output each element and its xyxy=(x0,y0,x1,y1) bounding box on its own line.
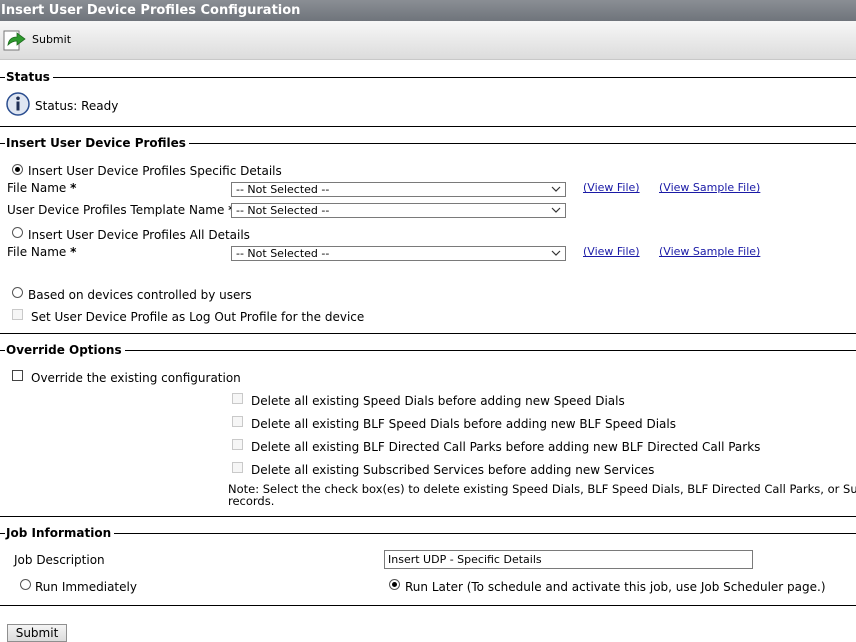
all-view-file-link[interactable]: (View File) xyxy=(583,245,640,258)
based-on-devices-label: Based on devices controlled by users xyxy=(28,288,252,302)
submit-button[interactable]: Submit xyxy=(7,624,67,642)
job-divider xyxy=(0,533,856,534)
override-note-line2: records. xyxy=(228,494,275,508)
file-name-select[interactable]: -- Not Selected -- xyxy=(231,182,566,197)
delete-blf-speed-dials-checkbox[interactable] xyxy=(232,416,243,427)
delete-subscribed-services-checkbox[interactable] xyxy=(232,462,243,473)
job-legend: Job Information xyxy=(5,526,115,540)
footer-divider xyxy=(0,605,856,606)
override-checkbox[interactable] xyxy=(12,370,23,381)
toolbar: Submit xyxy=(0,21,856,60)
file-name-label: File Name * xyxy=(7,181,76,195)
template-name-label: User Device Profiles Template Name * xyxy=(7,203,234,217)
template-name-select[interactable]: -- Not Selected -- xyxy=(231,203,566,218)
run-immediately-label: Run Immediately xyxy=(35,580,137,594)
status-divider xyxy=(0,77,856,78)
run-later-label: Run Later (To schedule and activate this… xyxy=(405,580,826,594)
job-description-label: Job Description xyxy=(14,553,105,567)
override-note-line1: Note: Select the check box(es) to delete… xyxy=(228,482,856,496)
chevron-down-icon xyxy=(551,207,561,213)
delete-blf-call-parks-checkbox[interactable] xyxy=(232,439,243,450)
override-divider xyxy=(0,350,856,351)
all-view-sample-file-link[interactable]: (View Sample File) xyxy=(659,245,760,258)
all-file-name-text: File Name xyxy=(7,245,67,259)
delete-blf-speed-dials-label: Delete all existing BLF Speed Dials befo… xyxy=(251,417,676,431)
chevron-down-icon xyxy=(551,250,561,256)
override-top-divider xyxy=(0,333,856,334)
delete-blf-call-parks-label: Delete all existing BLF Directed Call Pa… xyxy=(251,440,761,454)
info-icon xyxy=(6,92,30,116)
job-description-input[interactable]: Insert UDP - Specific Details xyxy=(384,550,753,569)
file-name-text: File Name xyxy=(7,181,67,195)
template-select-value: -- Not Selected -- xyxy=(236,204,330,217)
chevron-down-icon xyxy=(551,186,561,192)
all-file-select-value: -- Not Selected -- xyxy=(236,247,330,260)
view-sample-file-link[interactable]: (View Sample File) xyxy=(659,181,760,194)
delete-speed-dials-label: Delete all existing Speed Dials before a… xyxy=(251,394,625,408)
logout-profile-checkbox[interactable] xyxy=(12,309,23,320)
all-details-label: Insert User Device Profiles All Details xyxy=(28,228,250,242)
run-later-radio[interactable] xyxy=(389,579,400,590)
all-file-name-label: File Name * xyxy=(7,245,76,259)
delete-subscribed-services-label: Delete all existing Subscribed Services … xyxy=(251,463,655,477)
view-file-link[interactable]: (View File) xyxy=(583,181,640,194)
override-label: Override the existing configuration xyxy=(31,371,241,385)
status-legend: Status xyxy=(5,70,53,84)
required-mark: * xyxy=(70,245,77,259)
window-title: Insert User Device Profiles Configuratio… xyxy=(0,0,856,21)
status-text: Status: Ready xyxy=(35,99,119,113)
specific-details-label: Insert User Device Profiles Specific Det… xyxy=(28,164,282,178)
based-on-devices-radio[interactable] xyxy=(12,287,23,298)
insert-top-divider xyxy=(0,126,856,127)
job-top-divider xyxy=(0,516,856,517)
insert-legend: Insert User Device Profiles xyxy=(5,136,189,150)
file-name-select-value: -- Not Selected -- xyxy=(236,183,330,196)
submit-arrow-icon xyxy=(3,30,26,51)
logout-profile-label: Set User Device Profile as Log Out Profi… xyxy=(31,310,365,324)
required-mark: * xyxy=(70,181,77,195)
specific-details-radio[interactable] xyxy=(12,164,23,175)
override-legend: Override Options xyxy=(5,343,125,357)
all-details-radio[interactable] xyxy=(12,227,23,238)
delete-speed-dials-checkbox[interactable] xyxy=(232,393,243,404)
all-file-name-select[interactable]: -- Not Selected -- xyxy=(231,246,566,261)
submit-toolbar-label: Submit xyxy=(32,33,72,46)
run-immediately-radio[interactable] xyxy=(20,579,31,590)
template-name-text: User Device Profiles Template Name xyxy=(7,203,225,217)
